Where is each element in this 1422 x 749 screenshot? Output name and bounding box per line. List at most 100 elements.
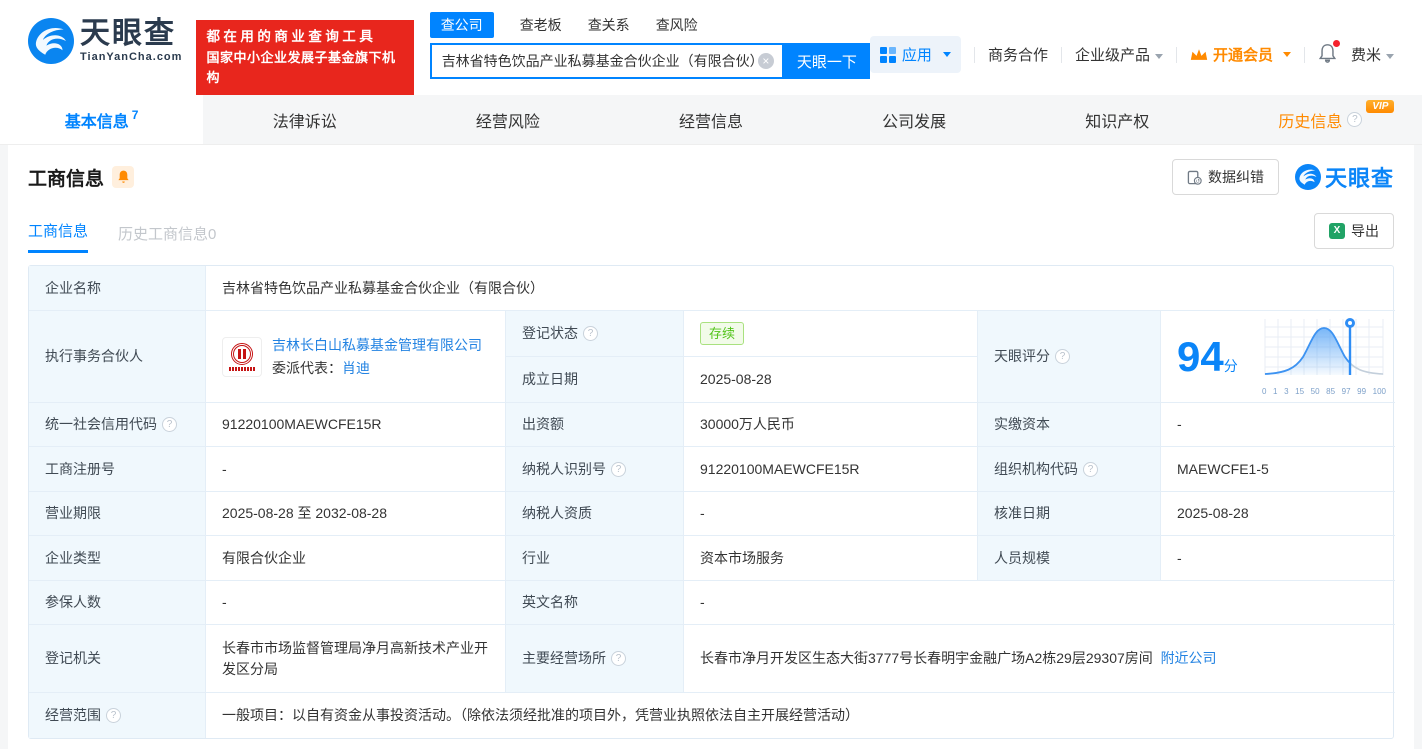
status-badge: 存续 [700, 321, 745, 346]
help-icon[interactable]: ? [1347, 112, 1363, 127]
search-area: 查公司 查老板 查关系 查风险 × 天眼一下 [429, 12, 870, 79]
promo-banner: 都在用的商业查询工具 国家中小企业发展子基金旗下机构 [196, 20, 414, 96]
field-label-taxpayer-quality: 纳税人资质 [506, 492, 684, 536]
tianyancha-watermark: 天眼查 [1294, 161, 1394, 193]
subtab-business-info[interactable]: 工商信息 [28, 220, 89, 253]
help-icon[interactable]: ? [106, 708, 121, 723]
field-label-est-date: 成立日期 [506, 357, 684, 403]
tianyancha-logo[interactable]: 天眼查 TianYanCha.com [28, 18, 182, 64]
nav-open-vip[interactable]: 开通会员 [1190, 44, 1291, 65]
field-value-company-name: 吉林省特色饮品产业私募基金合伙企业（有限合伙） [206, 266, 1395, 311]
field-label-staff-size: 人员规模 [978, 536, 1161, 581]
field-label-reg-authority: 登记机关 [29, 625, 206, 693]
promo-line-2: 国家中小企业发展子基金旗下机构 [206, 49, 396, 86]
subtab-history-business-info[interactable]: 历史工商信息0 [118, 223, 216, 253]
apps-grid-icon [879, 46, 896, 63]
field-label-reg-status: 登记状态? [506, 311, 684, 357]
field-value-insured-count: - [206, 581, 506, 625]
field-value-paid-capital: - [1161, 403, 1395, 447]
field-label-english-name: 英文名称 [506, 581, 684, 625]
tab-basic-info[interactable]: 基本信息 7 [0, 95, 204, 144]
tianyancha-swirl-icon [28, 18, 74, 64]
search-tab-company[interactable]: 查公司 [429, 12, 494, 38]
partner-company-link[interactable]: 吉林长白山私募基金管理有限公司 [272, 337, 482, 353]
brand-domain: TianYanCha.com [80, 51, 183, 63]
field-label-score: 天眼评分? [978, 311, 1161, 403]
field-value-credit-code: 91220100MAEWCFE15R [206, 403, 506, 447]
field-label-business-place: 主要经营场所? [506, 625, 684, 693]
subscribe-bell-icon[interactable] [112, 166, 135, 188]
tab-operational-risk[interactable]: 经营风险 [406, 95, 609, 144]
field-value-taxpayer-quality: - [684, 492, 978, 536]
help-icon[interactable]: ? [611, 461, 626, 477]
promo-line-1: 都在用的商业查询工具 [206, 29, 377, 44]
help-icon[interactable]: ? [1083, 461, 1098, 477]
search-tab-risk[interactable]: 查风险 [656, 12, 698, 38]
field-value-reg-number: - [206, 447, 506, 492]
excel-icon: X [1329, 223, 1345, 239]
help-icon[interactable]: ? [611, 651, 626, 666]
field-label-reg-number: 工商注册号 [29, 447, 206, 492]
field-value-score: 94分 0 1 3 15 50 85 97 99 100 [1161, 311, 1395, 403]
search-tab-relation[interactable]: 查关系 [588, 12, 630, 38]
nearby-companies-link[interactable]: 附近公司 [1161, 648, 1217, 669]
tab-legal-proceedings[interactable]: 法律诉讼 [203, 95, 406, 144]
field-label-company-name: 企业名称 [29, 266, 206, 311]
field-value-est-date: 2025-08-28 [684, 357, 978, 403]
field-value-approval-date: 2025-08-28 [1161, 492, 1395, 536]
field-value-taxpayer-id: 91220100MAEWCFE15R [684, 447, 978, 492]
user-menu[interactable]: 费米 [1351, 44, 1394, 65]
help-icon[interactable]: ? [162, 417, 177, 432]
partner-company-logo[interactable] [222, 336, 262, 377]
apps-menu[interactable]: 应用 [869, 36, 961, 73]
field-value-executive-partner: 吉林长白山私募基金管理有限公司 委派代表：肖迪 [206, 311, 506, 403]
field-label-business-scope: 经营范围? [29, 693, 206, 738]
watermark-swirl-icon [1294, 164, 1321, 190]
field-label-business-term: 营业期限 [29, 492, 206, 536]
field-value-capital: 30000万人民币 [684, 403, 978, 447]
tab-intellectual-property[interactable]: 知识产权 [1016, 95, 1219, 144]
score-number: 94 [1177, 332, 1224, 380]
help-icon[interactable]: ? [1055, 349, 1070, 364]
svg-text:↺: ↺ [1195, 179, 1200, 185]
field-label-insured-count: 参保人数 [29, 581, 206, 625]
field-label-credit-code: 统一社会信用代码? [29, 403, 206, 447]
nav-enterprise-products[interactable]: 企业级产品 [1075, 44, 1163, 65]
field-label-capital: 出资额 [506, 403, 684, 447]
field-label-industry: 行业 [506, 536, 684, 581]
notification-dot [1332, 39, 1340, 47]
help-icon[interactable]: ? [583, 326, 598, 341]
search-button[interactable]: 天眼一下 [783, 43, 870, 79]
field-label-org-code: 组织机构代码? [978, 447, 1161, 492]
field-value-reg-authority: 长春市市场监督管理局净月高新技术产业开发区分局 [206, 625, 506, 693]
top-nav: 应用 商务合作 企业级产品 开通会员 费米 [869, 36, 1394, 73]
clear-search-icon[interactable]: × [757, 53, 774, 69]
rep-link[interactable]: 肖迪 [342, 360, 370, 376]
page-header: 天眼查 TianYanCha.com 都在用的商业查询工具 国家中小企业发展子基… [0, 0, 1422, 96]
crown-icon [1190, 48, 1208, 60]
search-box: × [429, 43, 784, 79]
field-label-company-type: 企业类型 [29, 536, 206, 581]
content-card: 工商信息 ↺ 数据纠错 天眼查 工商信息 历史工商信息0 X 导出 企业名称 吉… [8, 145, 1414, 749]
field-value-reg-status: 存续 [684, 311, 978, 357]
tab-business-info[interactable]: 经营信息 [609, 95, 812, 144]
data-correction-button[interactable]: ↺ 数据纠错 [1171, 159, 1279, 195]
field-value-business-place: 长春市净月开发区生态大街3777号长春明宇金融广场A2栋29层29307房间 附… [684, 625, 1395, 693]
search-tab-boss[interactable]: 查老板 [520, 12, 562, 38]
score-axis-ticks: 0 1 3 15 50 85 97 99 100 [1262, 387, 1386, 396]
tab-company-development[interactable]: 公司发展 [813, 95, 1016, 144]
nav-business-cooperation[interactable]: 商务合作 [988, 44, 1048, 65]
field-value-staff-size: - [1161, 536, 1395, 581]
notifications-bell-icon[interactable] [1318, 39, 1340, 67]
field-value-org-code: MAEWCFE1-5 [1161, 447, 1395, 492]
field-label-executive-partner: 执行事务合伙人 [29, 311, 206, 403]
correction-icon: ↺ [1187, 170, 1202, 185]
export-button[interactable]: X 导出 [1314, 213, 1394, 249]
search-input[interactable] [441, 53, 758, 69]
score-distribution-chart: 0 1 3 15 50 85 97 99 100 [1261, 315, 1387, 398]
field-value-english-name: - [684, 581, 1395, 625]
tab-history-info[interactable]: VIP 历史信息? [1219, 95, 1422, 144]
apps-label: 应用 [901, 47, 932, 64]
field-label-approval-date: 核准日期 [978, 492, 1161, 536]
brand-name: 天眼查 [80, 17, 176, 50]
